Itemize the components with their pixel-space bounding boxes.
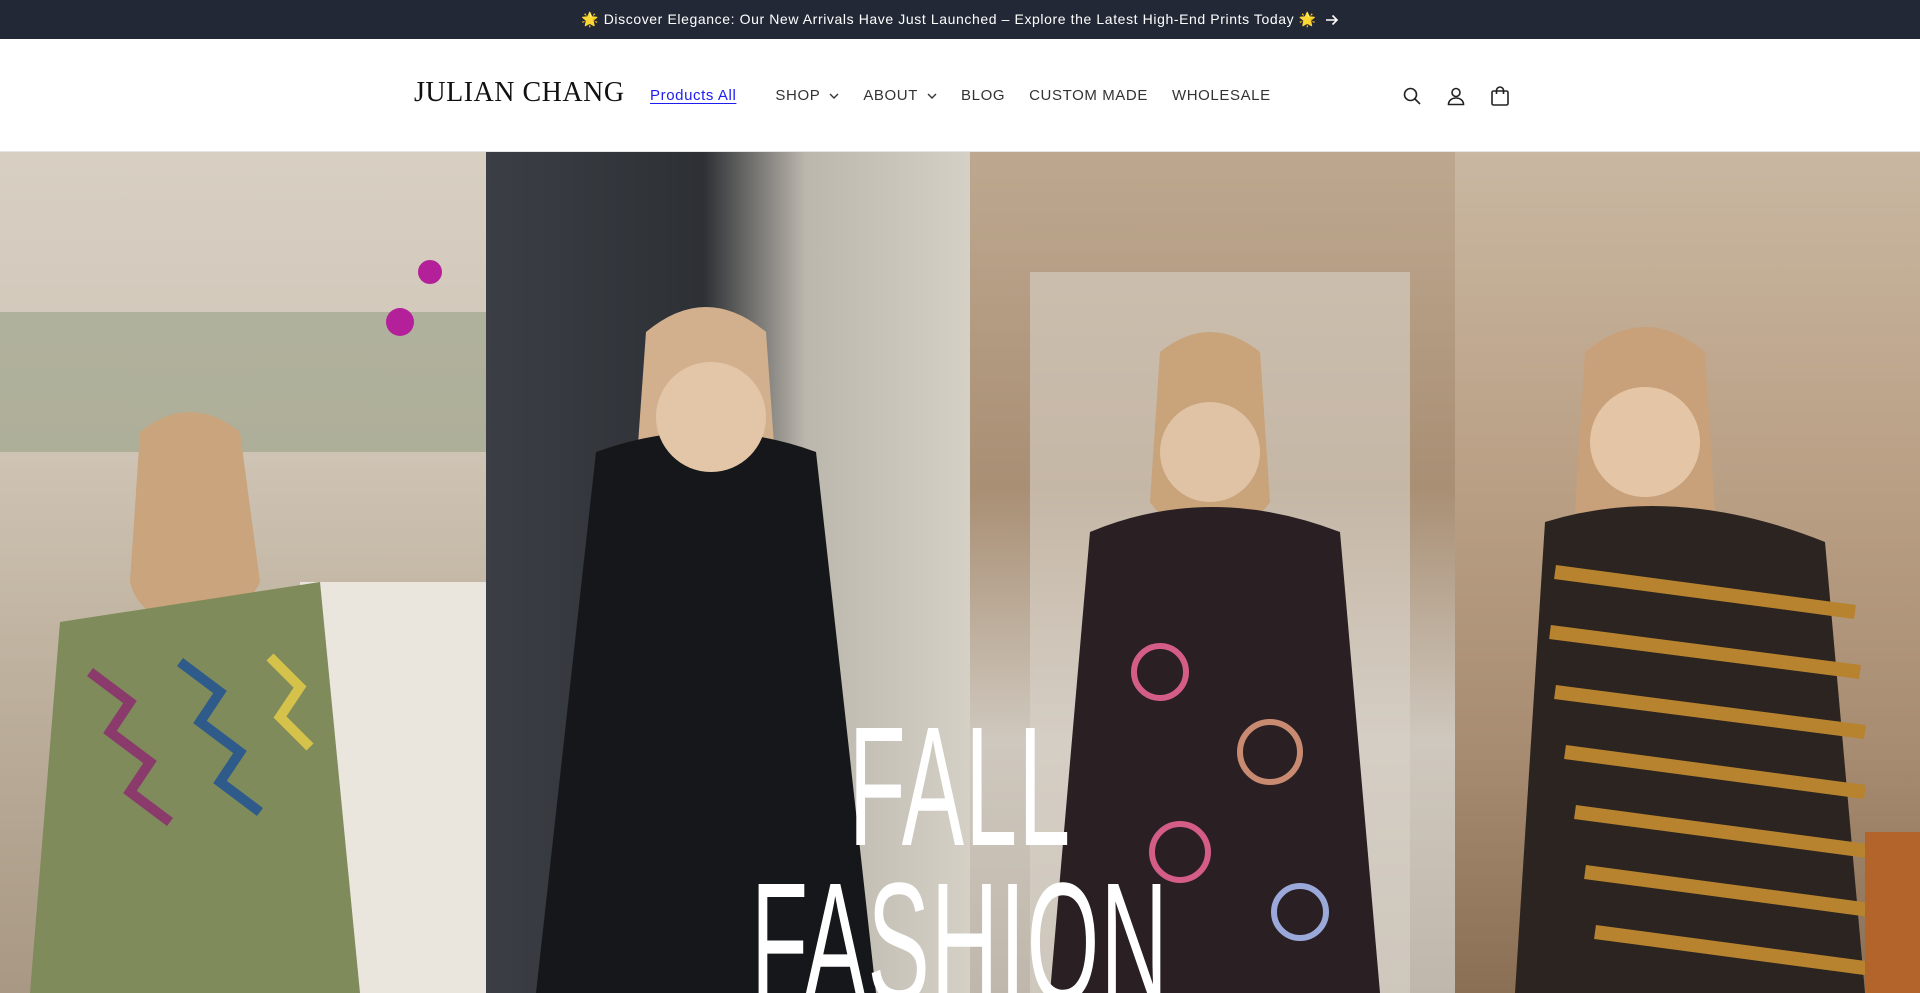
chevron-down-icon [927, 93, 937, 99]
hero-image-panel [0, 152, 486, 993]
account-icon[interactable] [1434, 74, 1478, 118]
nav-shop[interactable]: SHOP [775, 87, 839, 104]
site-header: JULIAN CHANG Products All SHOP ABOUT BLO… [0, 39, 1920, 152]
nav-blog[interactable]: BLOG [961, 87, 1005, 104]
hero-title-line1: FALL [848, 692, 1072, 882]
nav-about[interactable]: ABOUT [863, 87, 937, 104]
hero-banner[interactable]: FALL FASHION [0, 152, 1920, 993]
cart-icon[interactable] [1478, 74, 1522, 118]
chevron-down-icon [829, 93, 839, 99]
site-logo[interactable]: JULIAN CHANG [414, 79, 625, 107]
announcement-text[interactable]: 🌟 Discover Elegance: Our New Arrivals Ha… [581, 11, 1317, 28]
nav-custom-made[interactable]: CUSTOM MADE [1029, 87, 1148, 104]
nav-wholesale[interactable]: WHOLESALE [1172, 87, 1271, 104]
arrow-right-icon[interactable] [1325, 14, 1339, 26]
search-icon[interactable] [1390, 74, 1434, 118]
nav-shop-label: SHOP [775, 87, 821, 104]
nav-products-all[interactable]: Products All [650, 87, 736, 104]
header-icons [1390, 39, 1522, 152]
hero-title-line2: FASHION [750, 848, 1170, 993]
nav-about-label: ABOUT [863, 87, 919, 104]
hero-image-panel [1455, 152, 1920, 993]
main-nav: Products All SHOP ABOUT BLOG CUSTOM MADE… [650, 39, 1295, 152]
announcement-bar[interactable]: 🌟 Discover Elegance: Our New Arrivals Ha… [0, 0, 1920, 39]
